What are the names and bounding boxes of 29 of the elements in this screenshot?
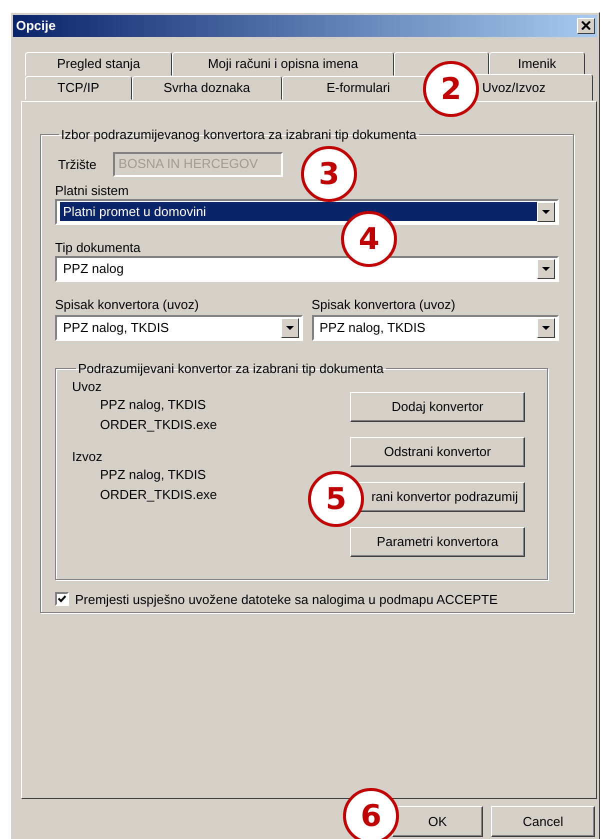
tab[interactable]: Moji računi i opisna imena — [172, 52, 394, 76]
tab[interactable]: Svrha doznaka — [132, 76, 282, 100]
dialog-button[interactable]: Cancel — [491, 806, 595, 837]
converter-text: PPZ nalog, TKDIS — [100, 466, 207, 484]
section-label: Izvoz — [72, 448, 104, 465]
dropdown-field[interactable]: PPZ nalog, TKDIS — [312, 314, 559, 341]
field-label: Spisak konvertora (uvoz) — [55, 296, 200, 313]
converter-button[interactable]: Parametri konvertora — [350, 526, 525, 557]
field-label: Spisak konvertora (uvoz) — [312, 296, 456, 313]
dropdown-field[interactable]: PPZ nalog, TKDIS — [55, 314, 302, 341]
tab[interactable]: Imenik — [489, 52, 585, 76]
converter-button[interactable]: Dodaj konvertor — [350, 392, 525, 422]
field-label: Platni sistem — [55, 182, 130, 199]
field-label: Tržište — [58, 156, 97, 172]
tab[interactable]: TCP/IP — [25, 76, 132, 100]
tab[interactable]: Pregled stanja — [25, 52, 172, 76]
field-label: Tip dokumenta — [55, 238, 142, 256]
dropdown-field[interactable]: PPZ nalog — [55, 256, 559, 282]
converter-text: ORDER_TKDIS.exe — [100, 416, 218, 434]
dialog-button[interactable]: OK — [392, 806, 483, 837]
group-title: Izbor podrazumijevanog konvertora za izabrani tip dokumenta — [60, 126, 418, 142]
converter-button[interactable]: Odstrani konvertor — [350, 436, 525, 467]
converter-text: PPZ nalog, TKDIS — [100, 396, 207, 414]
section-label: Uvoz — [72, 378, 103, 395]
converter-text: ORDER_TKDIS.exe — [100, 486, 218, 504]
window-title: Opcije — [16, 18, 56, 34]
group-title: Podrazumijevani konvertor za izabrani tip dokumenta — [77, 360, 385, 376]
dropdown-field[interactable]: Platni promet u domovini — [55, 198, 559, 225]
checkbox-label: Premjesti uspješno uvožene datoteke sa nalogima u podmapu ACCEPTE — [75, 592, 498, 607]
